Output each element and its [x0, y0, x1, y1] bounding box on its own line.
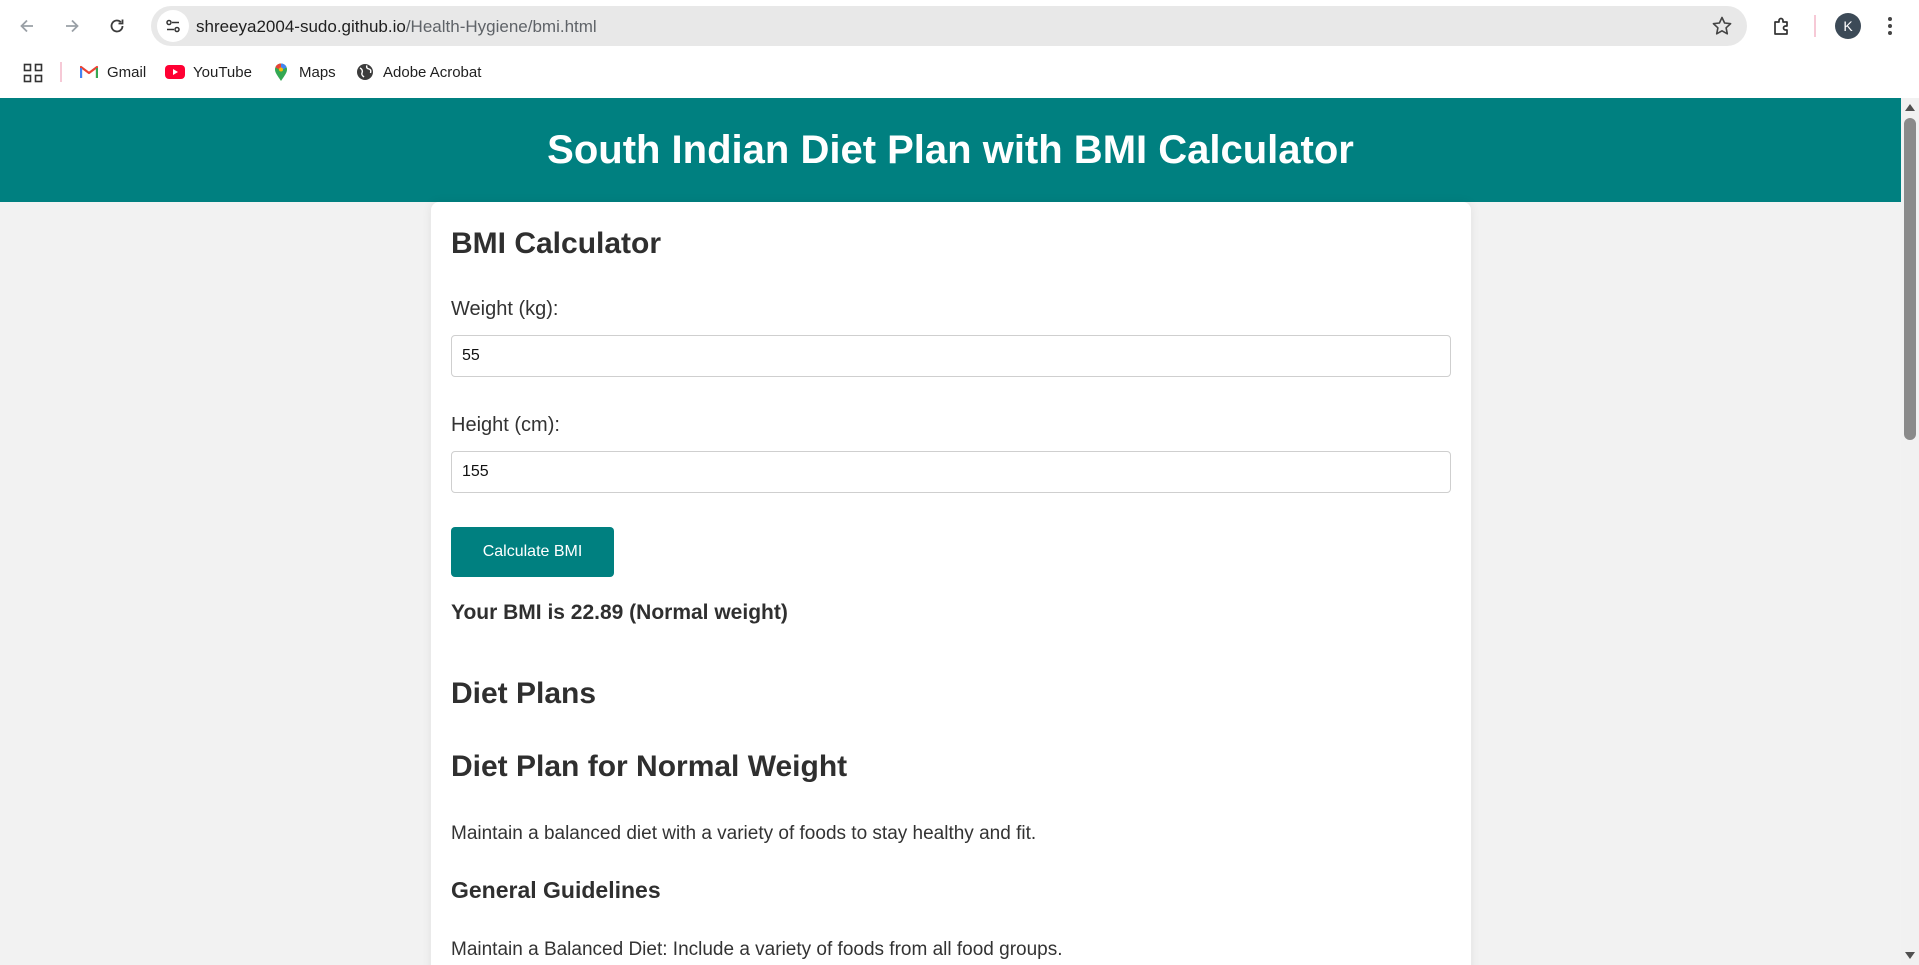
kebab-dot	[1888, 17, 1892, 21]
maps-icon	[271, 62, 291, 81]
reload-icon	[110, 19, 124, 33]
gmail-icon	[79, 63, 99, 81]
reload-button[interactable]	[102, 11, 132, 41]
profile-avatar[interactable]: K	[1835, 13, 1861, 39]
bookmark-maps[interactable]: Maps	[271, 60, 336, 84]
back-arrow-icon	[20, 19, 33, 33]
url-host: shreeya2004-sudo.github.io	[196, 17, 406, 36]
forward-arrow-icon	[66, 19, 79, 33]
bookmarks-bar: Gmail YouTube Maps Adobe Acrobat	[0, 56, 1919, 88]
puzzle-icon	[1774, 17, 1788, 35]
url-path: /Health-Hygiene/bmi.html	[405, 17, 597, 36]
page-header: South Indian Diet Plan with BMI Calculat…	[0, 98, 1901, 202]
browser-menu-button[interactable]	[1882, 13, 1898, 39]
youtube-icon	[165, 63, 185, 81]
url-text[interactable]: shreeya2004-sudo.github.io/Health-Hygien…	[196, 17, 597, 37]
site-info-button[interactable]	[157, 10, 189, 42]
address-bar[interactable]: shreeya2004-sudo.github.io/Health-Hygien…	[151, 6, 1747, 46]
content-card: BMI Calculator Weight (kg): Height (cm):…	[431, 202, 1471, 965]
bookmark-label: Gmail	[107, 63, 147, 81]
back-button[interactable]	[12, 11, 42, 41]
bookmark-star-icon[interactable]	[1711, 15, 1733, 37]
bmi-result: Your BMI is 22.89 (Normal weight)	[451, 601, 788, 624]
page-viewport: South Indian Diet Plan with BMI Calculat…	[0, 98, 1901, 965]
scrollbar-thumb[interactable]	[1904, 118, 1916, 440]
page-title: South Indian Diet Plan with BMI Calculat…	[547, 127, 1354, 172]
kebab-dot	[1888, 24, 1892, 28]
scroll-down-arrow-icon[interactable]	[1905, 952, 1915, 959]
bookmark-label: YouTube	[193, 63, 252, 81]
scroll-up-arrow-icon[interactable]	[1905, 104, 1915, 111]
diet-plan-description: Maintain a balanced diet with a variety …	[451, 823, 1037, 844]
bookmark-adobe-acrobat[interactable]: Adobe Acrobat	[355, 60, 481, 84]
browser-toolbar: shreeya2004-sudo.github.io/Health-Hygien…	[0, 0, 1919, 52]
bookmarks-divider	[60, 62, 62, 82]
forward-button[interactable]	[57, 11, 87, 41]
globe-icon	[355, 63, 375, 81]
calculate-bmi-button[interactable]: Calculate BMI	[451, 527, 614, 577]
diet-plans-heading: Diet Plans	[451, 677, 597, 710]
height-input[interactable]	[451, 451, 1451, 493]
guideline-item: Maintain a Balanced Diet: Include a vari…	[451, 939, 1063, 960]
general-guidelines-heading: General Guidelines	[451, 877, 661, 903]
kebab-dot	[1888, 31, 1892, 35]
diet-plan-normal-heading: Diet Plan for Normal Weight	[451, 750, 848, 783]
weight-label: Weight (kg):	[451, 298, 559, 320]
height-label: Height (cm):	[451, 414, 560, 436]
apps-grid-icon[interactable]	[23, 63, 43, 83]
bookmark-label: Adobe Acrobat	[383, 63, 482, 81]
extensions-button[interactable]	[1767, 11, 1797, 41]
toolbar-divider	[1814, 15, 1816, 37]
bookmark-label: Maps	[299, 63, 336, 81]
weight-input[interactable]	[451, 335, 1451, 377]
tune-icon	[166, 19, 180, 33]
bmi-calculator-heading: BMI Calculator	[451, 227, 662, 260]
browser-chrome: shreeya2004-sudo.github.io/Health-Hygien…	[0, 0, 1919, 98]
bookmark-youtube[interactable]: YouTube	[165, 60, 252, 84]
bookmark-gmail[interactable]: Gmail	[79, 60, 146, 84]
page-scrollbar[interactable]	[1901, 98, 1919, 965]
